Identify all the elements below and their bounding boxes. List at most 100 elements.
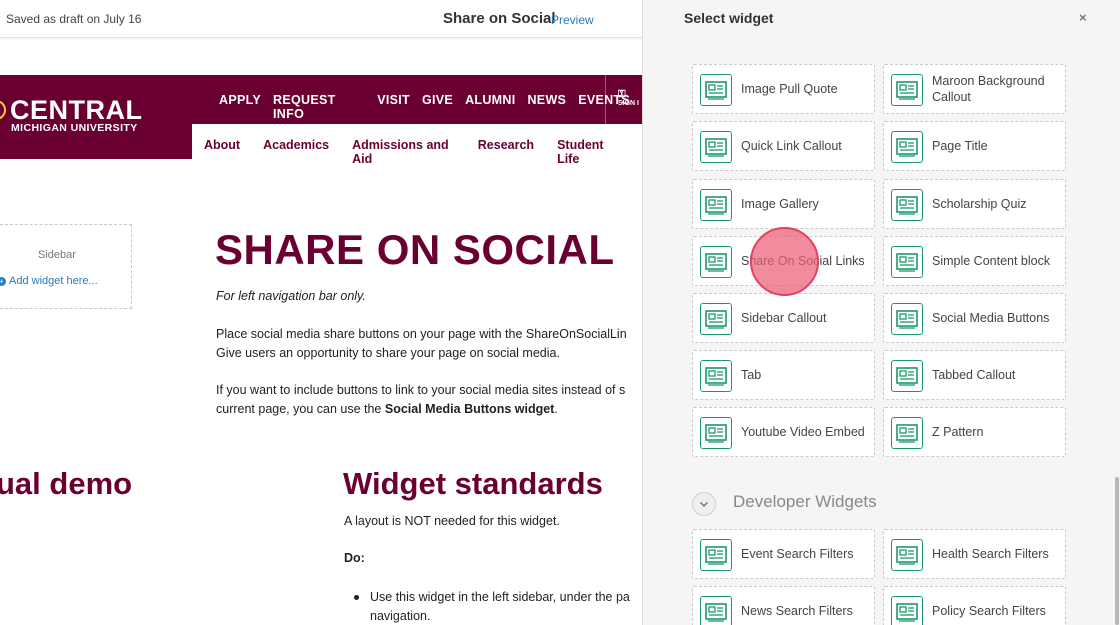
alt-paragraph: If you want to include buttons to link t…: [216, 381, 625, 419]
page-preview: Saved as draft on July 16 Share on Socia…: [0, 0, 642, 625]
nav-give[interactable]: GIVE: [422, 93, 453, 121]
widget-card-image-gallery[interactable]: Image Gallery: [692, 179, 875, 229]
nav-alumni[interactable]: ALUMNI: [465, 93, 515, 121]
widget-label: Sidebar Callout: [741, 311, 827, 325]
alt-line-2-suffix: .: [554, 402, 558, 416]
saved-status: Saved as draft on July 16: [6, 12, 142, 26]
nav-news[interactable]: NEWS: [527, 93, 566, 121]
bullet-dot: [354, 595, 359, 600]
alt-line-2-prefix: current page, you can use the: [216, 402, 385, 416]
header-slant: [173, 124, 192, 159]
alt-line-2: current page, you can use the Social Med…: [216, 400, 625, 419]
widget-card-health-search-filters[interactable]: Health Search Filters: [883, 529, 1066, 579]
widget-icon: [891, 360, 923, 392]
widget-label: Scholarship Quiz: [932, 197, 1027, 211]
alt-line-1: If you want to include buttons to link t…: [216, 383, 626, 397]
widget-card-event-search-filters[interactable]: Event Search Filters: [692, 529, 875, 579]
widget-label: Policy Search Filters: [932, 604, 1046, 618]
university-logo[interactable]: CENTRAL MICHIGAN UNIVERSITY: [0, 75, 192, 159]
social-media-buttons-link: Social Media Buttons widget: [384, 402, 555, 416]
widget-label: Event Search Filters: [741, 547, 854, 561]
widget-icon: [891, 246, 923, 278]
widget-label: Page Title: [932, 139, 988, 153]
widget-card-policy-search-filters[interactable]: Policy Search Filters: [883, 586, 1066, 625]
intro-paragraph: Place social media share buttons on your…: [216, 325, 627, 363]
widget-card-simple-content-block[interactable]: Simple Content block: [883, 236, 1066, 286]
widget-card-maroon-background-callout[interactable]: Maroon Background Callout: [883, 64, 1066, 114]
widget-icon: [891, 189, 923, 221]
widget-icon: [891, 303, 923, 335]
widget-label: News Search Filters: [741, 604, 853, 618]
widget-icon: [891, 131, 923, 163]
nav-about[interactable]: About: [204, 138, 240, 166]
widget-label: Social Media Buttons: [932, 311, 1050, 325]
editor-topbar: Saved as draft on July 16 Share on Socia…: [0, 0, 642, 38]
preview-link[interactable]: Preview: [551, 13, 594, 27]
nav-request-info[interactable]: REQUEST INFO: [273, 93, 365, 121]
widget-label: Simple Content block: [932, 254, 1051, 268]
widget-card-news-search-filters[interactable]: News Search Filters: [692, 586, 875, 625]
scrollbar-thumb[interactable]: [1115, 477, 1119, 625]
intro-line-1: Place social media share buttons on your…: [216, 327, 627, 341]
widget-card-tabbed-callout[interactable]: Tabbed Callout: [883, 350, 1066, 400]
widget-icon: [700, 189, 732, 221]
chevron-down-icon: [699, 501, 709, 508]
click-indicator: [750, 227, 819, 296]
logo-subtitle: MICHIGAN UNIVERSITY: [11, 122, 138, 134]
main-nav: About Academics Admissions and Aid Resea…: [204, 138, 642, 166]
sidebar-label: Sidebar: [38, 249, 76, 261]
site-header: CENTRAL MICHIGAN UNIVERSITY APPLY REQUES…: [0, 75, 642, 166]
demo-heading: ual demo: [0, 466, 133, 501]
widget-card-image-pull-quote[interactable]: Image Pull Quote: [692, 64, 875, 114]
widget-icon: [700, 360, 732, 392]
italic-note: For left navigation bar only.: [216, 289, 366, 303]
nav-academics[interactable]: Academics: [263, 138, 329, 166]
widget-icon: [700, 303, 732, 335]
add-widget-link[interactable]: + Add widget here...: [0, 275, 98, 287]
widget-card-sidebar-callout[interactable]: Sidebar Callout: [692, 293, 875, 343]
widget-icon: [891, 539, 923, 571]
widget-label: Tabbed Callout: [932, 368, 1016, 382]
close-icon[interactable]: ×: [1079, 10, 1087, 25]
widget-label: Maroon Background Callout: [932, 74, 1045, 104]
page-title: SHARE ON SOCIAL: [215, 226, 615, 273]
nav-visit[interactable]: VISIT: [377, 93, 410, 121]
widget-icon: [700, 131, 732, 163]
developer-section-toggle[interactable]: [692, 492, 716, 516]
select-widget-panel: CarouselImage Pull QuoteMaroon Backgroun…: [642, 0, 1120, 625]
key-icon: ⚿: [618, 89, 626, 100]
standards-heading: Widget standards: [343, 466, 603, 501]
widget-icon: [891, 596, 923, 625]
widget-card-z-pattern[interactable]: Z Pattern: [883, 407, 1066, 457]
document-title: Share on Social: [443, 10, 556, 27]
do-label: Do:: [344, 551, 365, 565]
intro-line-2: Give users an opportunity to share your …: [216, 346, 560, 360]
widget-label: Youtube Video Embed: [741, 425, 865, 439]
widget-icon: [891, 417, 923, 449]
widget-icon: [700, 74, 732, 106]
widget-card-scholarship-quiz[interactable]: Scholarship Quiz: [883, 179, 1066, 229]
nav-apply[interactable]: APPLY: [219, 93, 261, 121]
bullet-line-2: navigation.: [370, 609, 431, 623]
sign-in-label: SIGN I: [618, 100, 640, 107]
nav-admissions[interactable]: Admissions and Aid: [352, 138, 455, 166]
nav-student-life[interactable]: Student Life: [557, 138, 619, 166]
panel-header: Select widget ×: [643, 0, 1120, 38]
widget-card-page-title[interactable]: Page Title: [883, 121, 1066, 171]
widget-card-social-media-buttons[interactable]: Social Media Buttons: [883, 293, 1066, 343]
sign-in-button[interactable]: ⚿ SIGN I: [618, 89, 639, 107]
widget-label: Quick Link Callout: [741, 139, 842, 153]
widget-card-tab[interactable]: Tab: [692, 350, 875, 400]
panel-title: Select widget: [684, 10, 774, 26]
standards-text: A layout is NOT needed for this widget.: [344, 514, 560, 528]
nav-research[interactable]: Research: [478, 138, 534, 166]
widget-card-quick-link-callout[interactable]: Quick Link Callout: [692, 121, 875, 171]
utility-nav: APPLY REQUEST INFO VISIT GIVE ALUMNI NEW…: [219, 93, 642, 121]
developer-widgets-title: Developer Widgets: [733, 492, 877, 511]
nav-divider: [605, 75, 606, 124]
sidebar-dropzone: Sidebar + Add widget here...: [0, 224, 132, 309]
widget-label: Z Pattern: [932, 425, 984, 439]
widget-label: Tab: [741, 368, 762, 382]
widget-card-youtube-video-embed[interactable]: Youtube Video Embed: [692, 407, 875, 457]
logo-emblem: [0, 100, 6, 120]
